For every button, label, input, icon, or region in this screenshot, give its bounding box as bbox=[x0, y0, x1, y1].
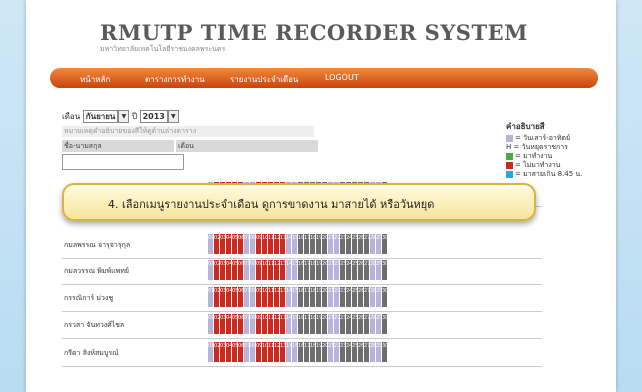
year-label: ปี bbox=[131, 112, 138, 121]
nav-home[interactable]: หน้าหลัก bbox=[80, 73, 110, 86]
day-cell: 30 bbox=[382, 260, 388, 280]
employee-row: กรรณิการ์ ม่วงชู 01 02 03 04 05 06 07 08 09 10 11 12… bbox=[62, 285, 542, 312]
absent-swatch bbox=[506, 162, 513, 169]
day-cell: 30 bbox=[382, 234, 388, 254]
nav-monthly-report[interactable]: รายงานประจำเดือน bbox=[230, 73, 298, 86]
day-cell: 30 bbox=[382, 287, 388, 307]
employee-name[interactable]: กมลพรรณ จารุจารุกุล bbox=[64, 240, 130, 251]
employee-row: กมลวรรณ พิมพ์แพทย์ 01 02 03 04 05 06 07 08 09 10 11… bbox=[62, 258, 542, 285]
chevron-down-icon[interactable]: ▼ bbox=[118, 110, 130, 123]
app-title: RMUTP TIME RECORDER SYSTEM bbox=[100, 20, 528, 45]
day-cell: 30 bbox=[382, 342, 388, 362]
filter-bar: เดือน กันยายน ▼ ปี 2013 ▼ bbox=[62, 110, 179, 123]
legend-title: คำอธิบายสี bbox=[506, 122, 545, 131]
employee-name[interactable]: กรวสา จันทวงศ์ไชล bbox=[64, 320, 124, 331]
attendance-grid: 0102030405060708091011121314151617181920… bbox=[208, 260, 388, 280]
present-swatch bbox=[506, 153, 513, 160]
day-cell: 30 bbox=[382, 314, 388, 334]
page-container: RMUTP TIME RECORDER SYSTEM มหาวิทยาลัยเท… bbox=[26, 0, 616, 392]
callout-text: 4. เลือกเมนูรายงานประจำเดือน ดูการขาดงาน… bbox=[108, 198, 435, 211]
employee-name[interactable]: กรีดา สิงห์สมบูรณ์ bbox=[64, 348, 119, 359]
late-swatch bbox=[506, 171, 513, 178]
employee-row: กรวสา จันทวงศ์ไชล 01 02 03 04 05 06 07 08 09 10 11 1… bbox=[62, 312, 542, 339]
employee-row: กมลพรรณ จารุจารุกุล 01 02 03 04 05 06 07 08 09 10 1… bbox=[62, 232, 542, 259]
employee-name[interactable]: กมลวรรณ พิมพ์แพทย์ bbox=[64, 266, 129, 277]
attendance-grid: 0102030405060708091011121314151617181920… bbox=[208, 234, 388, 254]
month-label: เดือน bbox=[62, 112, 81, 121]
main-nav: หน้าหลัก ตารางการทำงาน รายงานประจำเดือน … bbox=[50, 68, 598, 88]
name-search-input[interactable] bbox=[62, 154, 184, 170]
attendance-grid: 0102030405060708091011121314151617181920… bbox=[208, 287, 388, 307]
instruction-callout: 4. เลือกเมนูรายงานประจำเดือน ดูการขาดงาน… bbox=[62, 183, 536, 221]
chevron-down-icon[interactable]: ▼ bbox=[167, 110, 179, 123]
nav-logout[interactable]: LOGOUT bbox=[325, 73, 359, 82]
weekend-swatch bbox=[506, 135, 513, 142]
hint-text: หมายเหตุคำอธิบายของสีให้ดูด้านล่างตาราง bbox=[62, 126, 314, 137]
employee-row: กรีดา สิงห์สมบูรณ์ 01 02 03 04 05 06 07 08 09 10 11… bbox=[62, 340, 542, 367]
nav-schedule[interactable]: ตารางการทำงาน bbox=[145, 73, 205, 86]
col-name-header: ชื่อ-นามสกุล bbox=[62, 140, 174, 152]
employee-name[interactable]: กรรณิการ์ ม่วงชู bbox=[64, 293, 113, 304]
attendance-grid: 0102030405060708091011121314151617181920… bbox=[208, 314, 388, 334]
legend-late: = มาสายเกิน 8.45 น. bbox=[515, 170, 583, 178]
year-select[interactable]: 2013 bbox=[139, 110, 168, 123]
color-legend: คำอธิบายสี = วันเสาร์-อาทิตย์ H = วันหยุ… bbox=[506, 120, 582, 179]
attendance-grid: 0102030405060708091011121314151617181920… bbox=[208, 342, 388, 362]
app-subtitle: มหาวิทยาลัยเทคโนโลยีราชมงคลพระนคร bbox=[100, 45, 226, 53]
month-select[interactable]: กันยายน bbox=[82, 110, 119, 123]
col-month-header: เดือน bbox=[176, 140, 318, 152]
